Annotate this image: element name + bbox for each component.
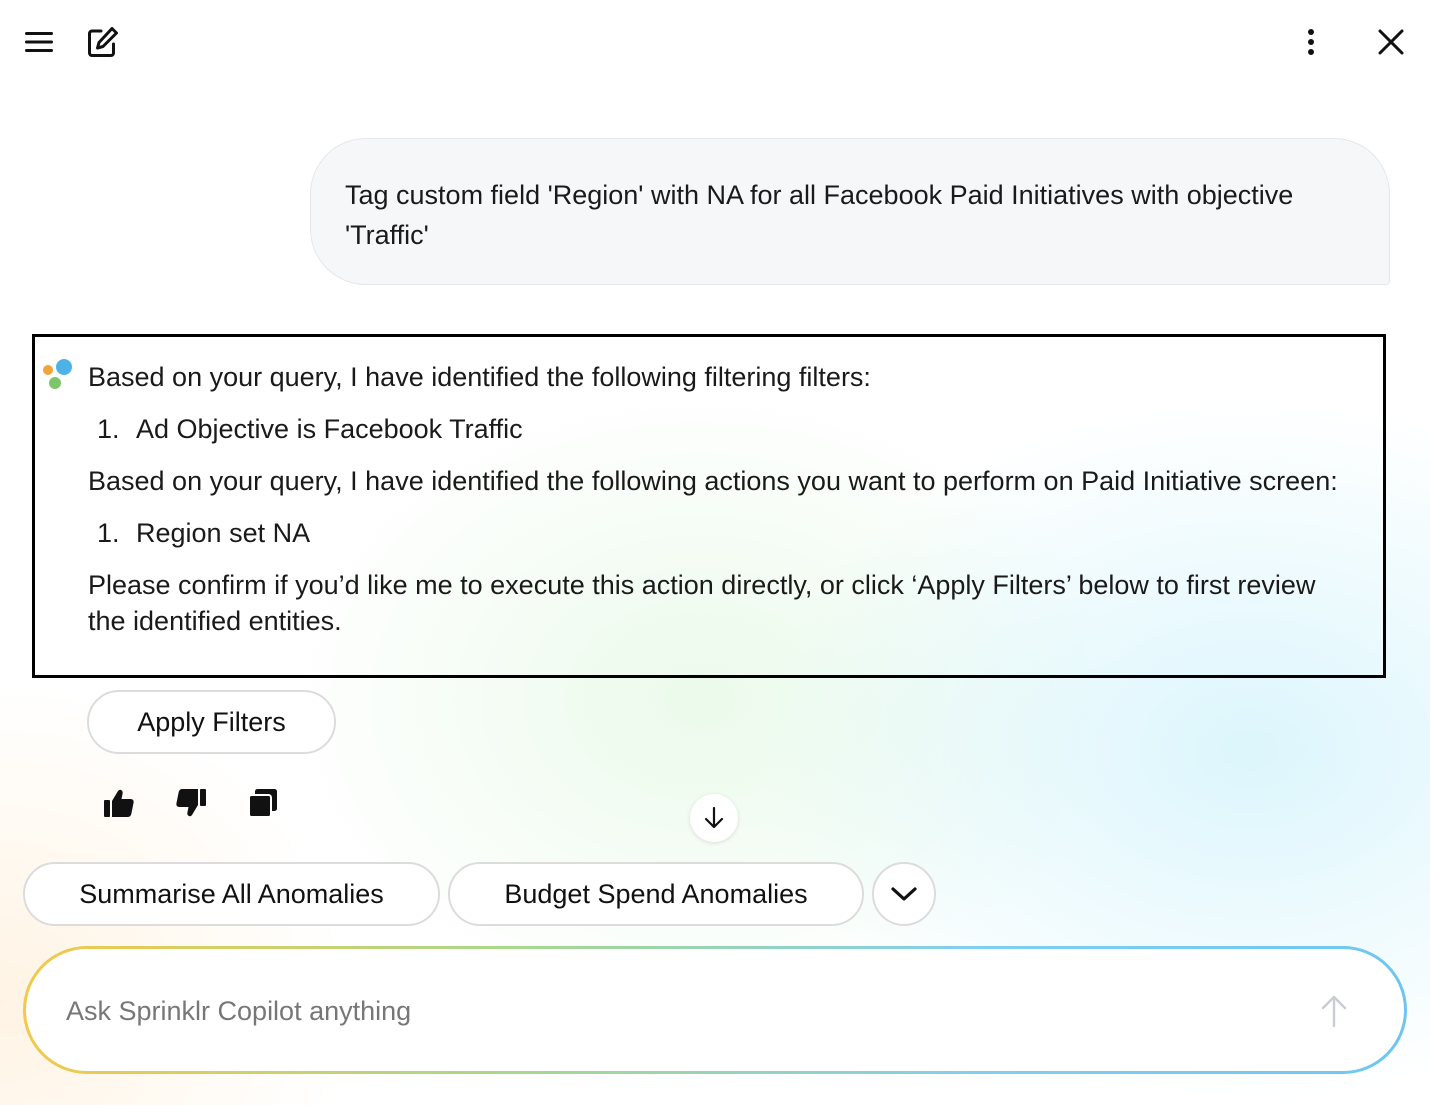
copy-button[interactable]	[244, 784, 282, 822]
response-actions-intro: Based on your query, I have identified t…	[88, 466, 1338, 496]
list-number: 1.	[97, 414, 120, 444]
kebab-more-icon	[1308, 29, 1314, 55]
menu-button[interactable]	[20, 24, 58, 60]
scroll-to-bottom-button[interactable]	[690, 794, 738, 842]
more-options-button[interactable]	[1296, 24, 1326, 60]
response-confirm-text: Please confirm if you’d like me to execu…	[88, 570, 1316, 636]
thumbs-down-icon	[176, 789, 206, 817]
chevron-down-icon	[891, 887, 917, 901]
user-message-text: Tag custom field 'Region' with NA for al…	[345, 180, 1294, 250]
ask-copilot-inner	[26, 949, 1404, 1071]
list-item-text: Ad Objective is Facebook Traffic	[136, 414, 523, 444]
close-icon	[1378, 29, 1404, 55]
arrow-up-icon	[1321, 995, 1347, 1028]
copy-icon	[248, 789, 277, 818]
suggestion-chip-budget-spend-anomalies[interactable]: Budget Spend Anomalies	[448, 862, 864, 926]
response-filters-intro: Based on your query, I have identified t…	[88, 362, 871, 392]
new-chat-button[interactable]	[84, 22, 122, 62]
action-list-item: 1. Region set NA	[88, 515, 1353, 551]
hamburger-menu-icon	[25, 32, 53, 52]
send-button[interactable]	[1316, 991, 1352, 1031]
ask-copilot-box	[23, 946, 1407, 1074]
copilot-response: Based on your query, I have identified t…	[32, 334, 1386, 678]
filter-list-item: 1. Ad Objective is Facebook Traffic	[88, 411, 1353, 447]
user-message-bubble: Tag custom field 'Region' with NA for al…	[310, 138, 1390, 285]
apply-filters-button[interactable]: Apply Filters	[87, 690, 336, 754]
thumbs-down-button[interactable]	[172, 784, 210, 822]
more-suggestions-button[interactable]	[872, 862, 936, 926]
close-button[interactable]	[1372, 24, 1410, 60]
list-number: 1.	[97, 518, 120, 548]
list-item-text: Region set NA	[136, 518, 311, 548]
thumbs-up-button[interactable]	[100, 784, 138, 822]
arrow-down-icon	[704, 806, 724, 829]
copilot-avatar-icon	[43, 359, 72, 389]
suggestion-chip-summarise-anomalies[interactable]: Summarise All Anomalies	[23, 862, 440, 926]
response-content: Based on your query, I have identified t…	[88, 359, 1353, 655]
edit-compose-icon	[88, 27, 118, 57]
ask-copilot-input[interactable]	[66, 989, 1266, 1033]
thumbs-up-icon	[104, 789, 134, 817]
